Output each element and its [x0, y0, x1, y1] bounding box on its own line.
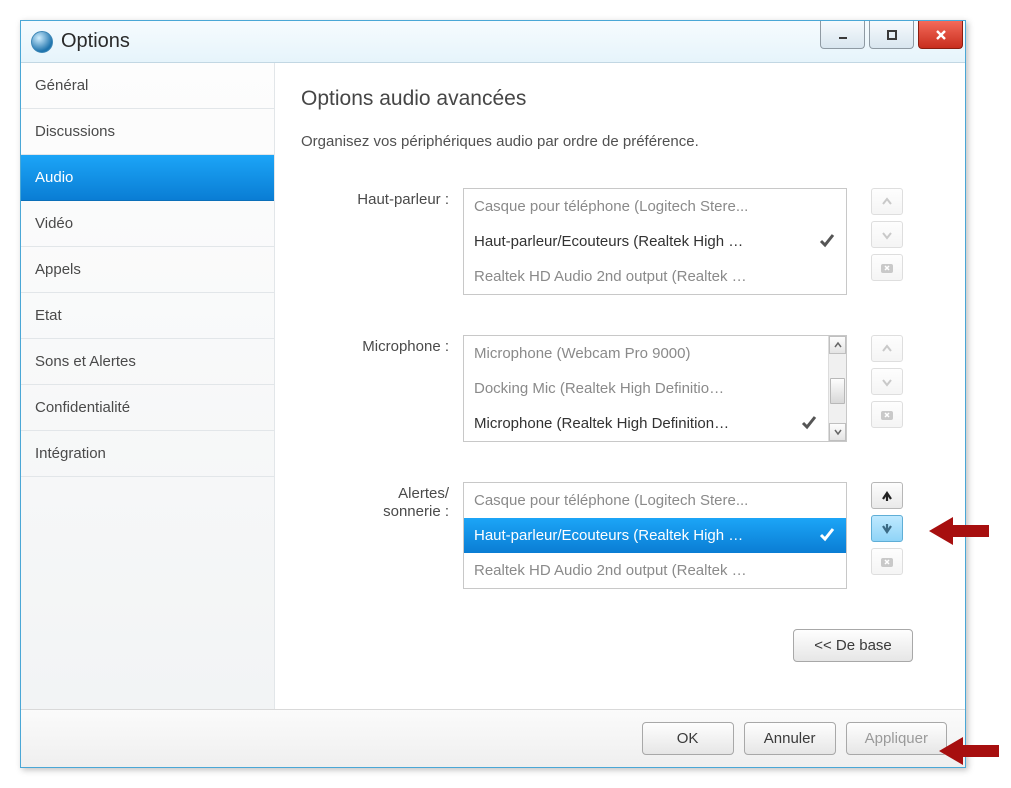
speaker-move-down[interactable] — [871, 221, 903, 248]
speaker-move-up[interactable] — [871, 188, 903, 215]
titlebar: Options — [21, 21, 965, 63]
alerts-actions — [871, 482, 903, 575]
speaker-field: Haut-parleur : Casque pour téléphone (Lo… — [301, 188, 939, 295]
sidebar-item-status[interactable]: Etat — [21, 293, 274, 339]
arrow-up-icon — [880, 342, 894, 356]
sidebar-item-general[interactable]: Général — [21, 63, 274, 109]
speaker-remove[interactable] — [871, 254, 903, 281]
alerts-label: Alertes/ sonnerie : — [301, 482, 463, 521]
microphone-field: Microphone : Microphone (Webcam Pro 9000… — [301, 335, 939, 442]
list-item-label: Microphone (Realtek High Definition… — [474, 415, 729, 432]
window-controls — [820, 21, 965, 49]
sidebar-item-audio[interactable]: Audio — [21, 155, 274, 201]
mic-item-2[interactable]: Microphone (Realtek High Definition… — [464, 406, 828, 441]
page-heading: Options audio avancées — [301, 87, 939, 111]
alerts-move-up[interactable] — [871, 482, 903, 509]
mic-move-up[interactable] — [871, 335, 903, 362]
basic-mode-button[interactable]: << De base — [793, 629, 913, 662]
app-icon — [31, 31, 53, 53]
scroll-up-button[interactable] — [829, 336, 846, 354]
sidebar-item-discussions[interactable]: Discussions — [21, 109, 274, 155]
alerts-field: Alertes/ sonnerie : Casque pour téléphon… — [301, 482, 939, 589]
sidebar-item-privacy[interactable]: Confidentialité — [21, 385, 274, 431]
page-subtitle: Organisez vos périphériques audio par or… — [301, 133, 939, 150]
microphone-label: Microphone : — [301, 335, 463, 356]
mic-scrollbar[interactable] — [828, 336, 846, 441]
alerts-label-line1: Alertes/ — [398, 485, 449, 502]
arrow-up-icon — [880, 489, 894, 503]
close-button[interactable] — [918, 21, 963, 49]
sidebar-item-calls[interactable]: Appels — [21, 247, 274, 293]
minimize-icon — [837, 29, 849, 41]
speaker-item-2[interactable]: Realtek HD Audio 2nd output (Realtek … — [464, 259, 846, 294]
alerts-listbox[interactable]: Casque pour téléphone (Logitech Stere...… — [463, 482, 847, 589]
alerts-item-2[interactable]: Realtek HD Audio 2nd output (Realtek … — [464, 553, 846, 588]
mic-item-0[interactable]: Microphone (Webcam Pro 9000) — [464, 336, 828, 371]
chevron-down-icon — [834, 428, 842, 436]
arrow-down-icon — [880, 375, 894, 389]
speaker-item-1[interactable]: Haut-parleur/Ecouteurs (Realtek High … — [464, 224, 846, 259]
mic-remove[interactable] — [871, 401, 903, 428]
sidebar-item-integration[interactable]: Intégration — [21, 431, 274, 477]
alerts-item-1[interactable]: Haut-parleur/Ecouteurs (Realtek High … — [464, 518, 846, 553]
sidebar-item-sounds[interactable]: Sons et Alertes — [21, 339, 274, 385]
close-icon — [934, 28, 948, 42]
microphone-listbox[interactable]: Microphone (Webcam Pro 9000) Docking Mic… — [463, 335, 847, 442]
dialog-footer: OK Annuler Appliquer — [21, 709, 965, 767]
speaker-actions — [871, 188, 903, 281]
chevron-up-icon — [834, 341, 842, 349]
mic-actions — [871, 335, 903, 428]
speaker-label: Haut-parleur : — [301, 188, 463, 209]
delete-icon — [880, 261, 894, 275]
main-panel: Options audio avancées Organisez vos pér… — [275, 63, 965, 709]
scroll-down-button[interactable] — [829, 423, 846, 441]
alerts-remove[interactable] — [871, 548, 903, 575]
sidebar: Général Discussions Audio Vidéo Appels E… — [21, 63, 275, 709]
check-icon — [818, 525, 836, 547]
scroll-thumb[interactable] — [830, 378, 845, 404]
delete-icon — [880, 408, 894, 422]
alerts-move-down[interactable] — [871, 515, 903, 542]
list-item-label: Haut-parleur/Ecouteurs (Realtek High … — [474, 527, 743, 544]
alerts-item-0[interactable]: Casque pour téléphone (Logitech Stere... — [464, 483, 846, 518]
maximize-button[interactable] — [869, 21, 914, 49]
arrow-up-icon — [880, 195, 894, 209]
arrow-down-icon — [880, 228, 894, 242]
speaker-listbox[interactable]: Casque pour téléphone (Logitech Stere...… — [463, 188, 847, 295]
check-icon — [800, 413, 818, 435]
ok-button[interactable]: OK — [642, 722, 734, 755]
speaker-item-0[interactable]: Casque pour téléphone (Logitech Stere... — [464, 189, 846, 224]
mic-item-1[interactable]: Docking Mic (Realtek High Definitio… — [464, 371, 828, 406]
minimize-button[interactable] — [820, 21, 865, 49]
maximize-icon — [886, 29, 898, 41]
options-window: Options Général Discussions Audio Vidéo … — [20, 20, 966, 768]
apply-button[interactable]: Appliquer — [846, 722, 947, 755]
delete-icon — [880, 555, 894, 569]
cancel-button[interactable]: Annuler — [744, 722, 836, 755]
check-icon — [818, 231, 836, 253]
mic-move-down[interactable] — [871, 368, 903, 395]
list-item-label: Haut-parleur/Ecouteurs (Realtek High … — [474, 233, 743, 250]
window-body: Général Discussions Audio Vidéo Appels E… — [21, 63, 965, 709]
window-title: Options — [61, 30, 130, 53]
arrow-down-icon — [880, 522, 894, 536]
sidebar-item-video[interactable]: Vidéo — [21, 201, 274, 247]
alerts-label-line2: sonnerie : — [383, 503, 449, 520]
